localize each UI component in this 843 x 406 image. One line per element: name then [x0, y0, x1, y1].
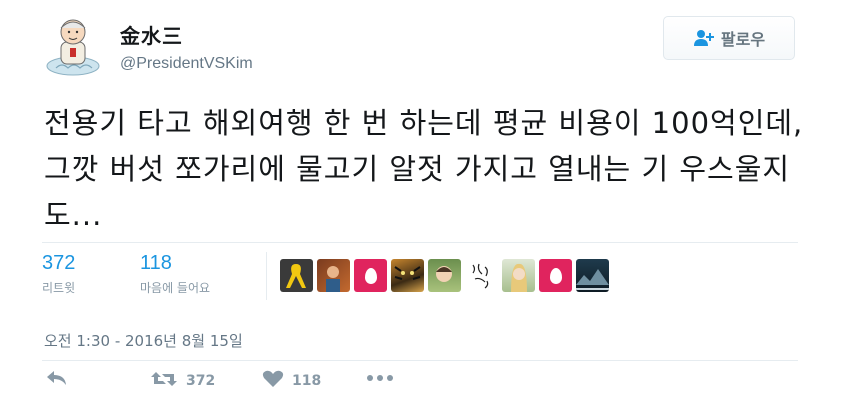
liker-avatar-portrait[interactable]: [502, 259, 535, 292]
add-user-icon: [693, 29, 715, 47]
reply-button[interactable]: [46, 370, 68, 390]
liker-avatar-default-egg-2[interactable]: [539, 259, 572, 292]
retweets-label: 리트윗: [42, 281, 76, 295]
liker-avatar-person[interactable]: [317, 259, 350, 292]
likes-label: 마음에 들어요: [140, 281, 211, 295]
like-action-count: 118: [292, 373, 322, 389]
more-button[interactable]: [366, 370, 394, 386]
retweets-stat[interactable]: 372 리트윗: [42, 252, 75, 296]
tweet-timestamp[interactable]: 오전 1:30 - 2016년 8월 15일: [44, 330, 243, 351]
avatar[interactable]: [44, 12, 102, 78]
retweet-action-count: 372: [186, 373, 216, 389]
display-name[interactable]: 金水三: [120, 20, 183, 49]
divider: [42, 360, 798, 361]
follow-button[interactable]: 팔로우: [663, 16, 795, 60]
retweet-button[interactable]: 372: [150, 370, 215, 392]
liker-avatar-child[interactable]: [428, 259, 461, 292]
likes-count: 118: [140, 252, 172, 274]
tweet-text: 전용기 타고 해외여행 한 번 하는데 평균 비용이 100억인데, 그깟 버섯…: [44, 106, 804, 232]
stat-separator: [266, 252, 267, 300]
liker-avatars: [280, 259, 609, 292]
liker-avatar-default-egg[interactable]: [354, 259, 387, 292]
liker-avatar-landscape[interactable]: [576, 259, 609, 292]
follow-label: 팔로우: [720, 30, 766, 49]
reply-icon: [46, 370, 68, 390]
liker-avatar-calligraphy[interactable]: [465, 259, 498, 292]
likes-stat[interactable]: 118 마음에 들어요: [140, 252, 210, 296]
like-button[interactable]: 118: [262, 370, 321, 392]
username-handle[interactable]: @PresidentVSKim: [120, 55, 253, 73]
liker-avatar-yellow-ribbon[interactable]: [280, 259, 313, 292]
liker-avatar-tiger[interactable]: [391, 259, 424, 292]
retweets-count: 372: [42, 252, 76, 274]
more-icon: [366, 370, 394, 386]
divider: [42, 242, 798, 243]
retweet-icon: [150, 370, 178, 392]
heart-icon: [262, 370, 284, 392]
